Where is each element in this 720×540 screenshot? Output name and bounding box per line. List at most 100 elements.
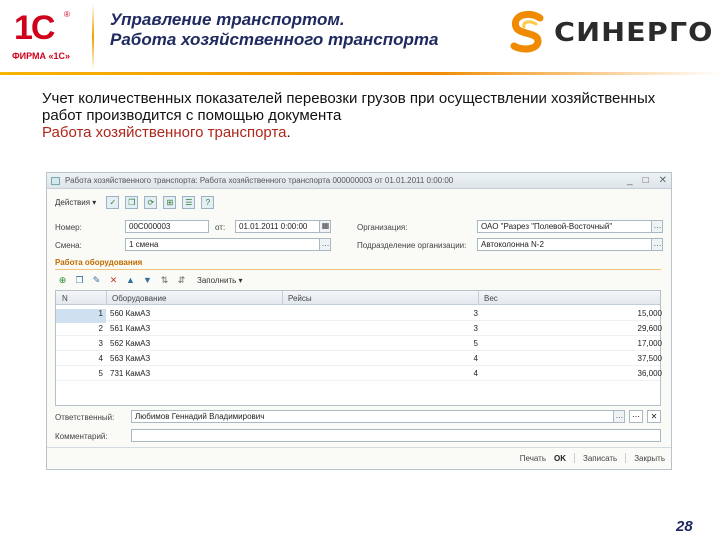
column-header-equipment[interactable]: Оборудование	[112, 294, 166, 303]
document-name: Работа хозяйственного транспорта	[42, 124, 287, 141]
maximize-icon[interactable]: □	[643, 175, 649, 186]
shift-label: Смена:	[55, 241, 82, 250]
table-row[interactable]: 3 562 КамАЗ 5 17,000	[56, 336, 662, 351]
table-row[interactable]: 1 560 КамАЗ 3 15,000	[56, 306, 662, 323]
close-icon[interactable]: ✕	[659, 175, 667, 186]
date-field[interactable]: 01.01.2011 0:00:00 ▦	[235, 220, 331, 233]
organization-value: ОАО "Разрез "Полевой-Восточный"	[481, 222, 613, 231]
column-header-weight[interactable]: Вес	[484, 294, 498, 303]
delete-row-icon[interactable]: ✕	[108, 275, 119, 286]
cell-trips: 4	[473, 369, 478, 378]
select-shift-icon[interactable]: …	[319, 239, 330, 250]
column-separator	[106, 291, 107, 305]
add-row-icon[interactable]: ⊕	[57, 275, 68, 286]
registered-icon: ®	[64, 10, 70, 19]
cell-equipment: 560 КамАЗ	[110, 309, 151, 318]
cell-equipment: 561 КамАЗ	[110, 324, 151, 333]
move-up-icon[interactable]: ▲	[125, 275, 136, 286]
cell-equipment: 731 КамАЗ	[110, 369, 151, 378]
select-division-icon[interactable]: …	[651, 239, 662, 250]
comment-label: Комментарий:	[55, 432, 108, 441]
number-field[interactable]: 00С000003	[125, 220, 209, 233]
cell-weight: 29,600	[637, 324, 662, 333]
structure-icon[interactable]: ⊞	[163, 195, 177, 209]
cell-equipment: 562 КамАЗ	[110, 339, 151, 348]
responsible-label: Ответственный:	[55, 413, 115, 422]
description-text: Учет количественных показателей перевозк…	[42, 90, 656, 124]
select-organization-icon[interactable]: …	[651, 221, 662, 232]
shift-field[interactable]: 1 смена …	[125, 238, 331, 251]
calendar-icon[interactable]: ▦	[319, 221, 330, 232]
cell-weight: 36,000	[637, 369, 662, 378]
copy-row-icon[interactable]: ❐	[74, 275, 85, 286]
division-field[interactable]: Автоколонна N-2 …	[477, 238, 663, 251]
post-icon[interactable]: ✓	[106, 195, 120, 209]
footer-divider	[574, 453, 575, 463]
document-icon	[51, 177, 60, 185]
responsible-value: Любимов Геннадий Владимирович	[135, 412, 265, 421]
form-toolbar: Действия ▾ ✓ ❐ ⟳ ⊞ ☰ ?	[51, 195, 215, 209]
fill-menu-button[interactable]: Заполнить ▾	[193, 274, 247, 287]
refresh-icon[interactable]: ⟳	[144, 195, 158, 209]
cell-trips: 3	[473, 324, 478, 333]
print-button[interactable]: Печать	[520, 454, 546, 463]
close-button[interactable]: Закрыть	[634, 454, 665, 463]
edit-row-icon[interactable]: ✎	[91, 275, 102, 286]
document-form-window: Работа хозяйственного транспорта: Работа…	[46, 172, 672, 470]
page-number: 28	[676, 518, 693, 535]
division-value: Автоколонна N-2	[481, 240, 544, 249]
organization-label: Организация:	[357, 223, 408, 232]
header-divider	[92, 4, 94, 70]
clear-responsible-icon[interactable]: ✕	[647, 410, 661, 423]
copy-icon[interactable]: ❐	[125, 195, 139, 209]
logo-synergo: СИНЕРГО	[506, 10, 713, 56]
responsible-field[interactable]: Любимов Геннадий Владимирович …	[131, 410, 625, 423]
slide-title-line2: Работа хозяйственного транспорта	[110, 30, 439, 49]
movements-icon[interactable]: ☰	[182, 195, 196, 209]
description-end: .	[286, 124, 291, 141]
comment-field[interactable]	[131, 429, 661, 442]
table-row[interactable]: 5 731 КамАЗ 4 36,000	[56, 366, 662, 381]
equipment-group-line	[55, 269, 661, 270]
sort-desc-icon[interactable]: ⇵	[176, 275, 187, 286]
division-label: Подразделение организации:	[357, 241, 467, 250]
save-button[interactable]: Записать	[583, 454, 617, 463]
column-header-trips[interactable]: Рейсы	[288, 294, 312, 303]
cell-weight: 17,000	[637, 339, 662, 348]
select-responsible-icon[interactable]: …	[613, 411, 624, 422]
cell-n: 5	[98, 369, 103, 378]
slide-title-line1: Управление транспортом.	[110, 10, 345, 29]
date-label: от:	[215, 223, 226, 232]
window-titlebar: Работа хозяйственного транспорта: Работа…	[47, 173, 671, 189]
logo-1c-mark: 1С	[14, 9, 55, 47]
sort-asc-icon[interactable]: ⇅	[159, 275, 170, 286]
cell-trips: 5	[473, 339, 478, 348]
date-value: 01.01.2011 0:00:00	[239, 222, 308, 231]
number-label: Номер:	[55, 223, 82, 232]
cell-trips: 4	[473, 354, 478, 363]
equipment-table: N Оборудование Рейсы Вес 1 560 КамАЗ 3 1…	[55, 290, 662, 406]
synergo-s-icon	[510, 10, 544, 53]
logo-1c-firm: ФИРМА «1С»	[11, 51, 71, 61]
fill-menu-label: Заполнить	[197, 275, 237, 285]
table-toolbar: ⊕ ❐ ✎ ✕ ▲ ▼ ⇅ ⇵ Заполнить ▾	[57, 273, 247, 287]
actions-menu-label: Действия	[55, 197, 91, 207]
column-separator	[478, 291, 479, 305]
window-title: Работа хозяйственного транспорта: Работа…	[65, 176, 454, 185]
table-row[interactable]: 2 561 КамАЗ 3 29,600	[56, 321, 662, 336]
form-footer: Печать OK Записать Закрыть	[520, 453, 665, 463]
help-icon[interactable]: ?	[201, 195, 215, 209]
open-responsible-button[interactable]: ⋯	[629, 410, 643, 423]
column-header-n[interactable]: N	[62, 294, 68, 303]
ok-button[interactable]: OK	[554, 454, 566, 463]
cell-weight: 15,000	[637, 309, 662, 318]
table-row[interactable]: 4 563 КамАЗ 4 37,500	[56, 351, 662, 366]
shift-value: 1 смена	[129, 240, 159, 249]
column-separator	[282, 291, 283, 305]
window-controls: _ □ ✕	[627, 175, 667, 186]
actions-menu-button[interactable]: Действия ▾	[51, 196, 100, 209]
organization-field[interactable]: ОАО "Разрез "Полевой-Восточный" …	[477, 220, 663, 233]
table-header: N Оборудование Рейсы Вес	[56, 291, 660, 305]
move-down-icon[interactable]: ▼	[142, 275, 153, 286]
minimize-icon[interactable]: _	[627, 175, 633, 186]
